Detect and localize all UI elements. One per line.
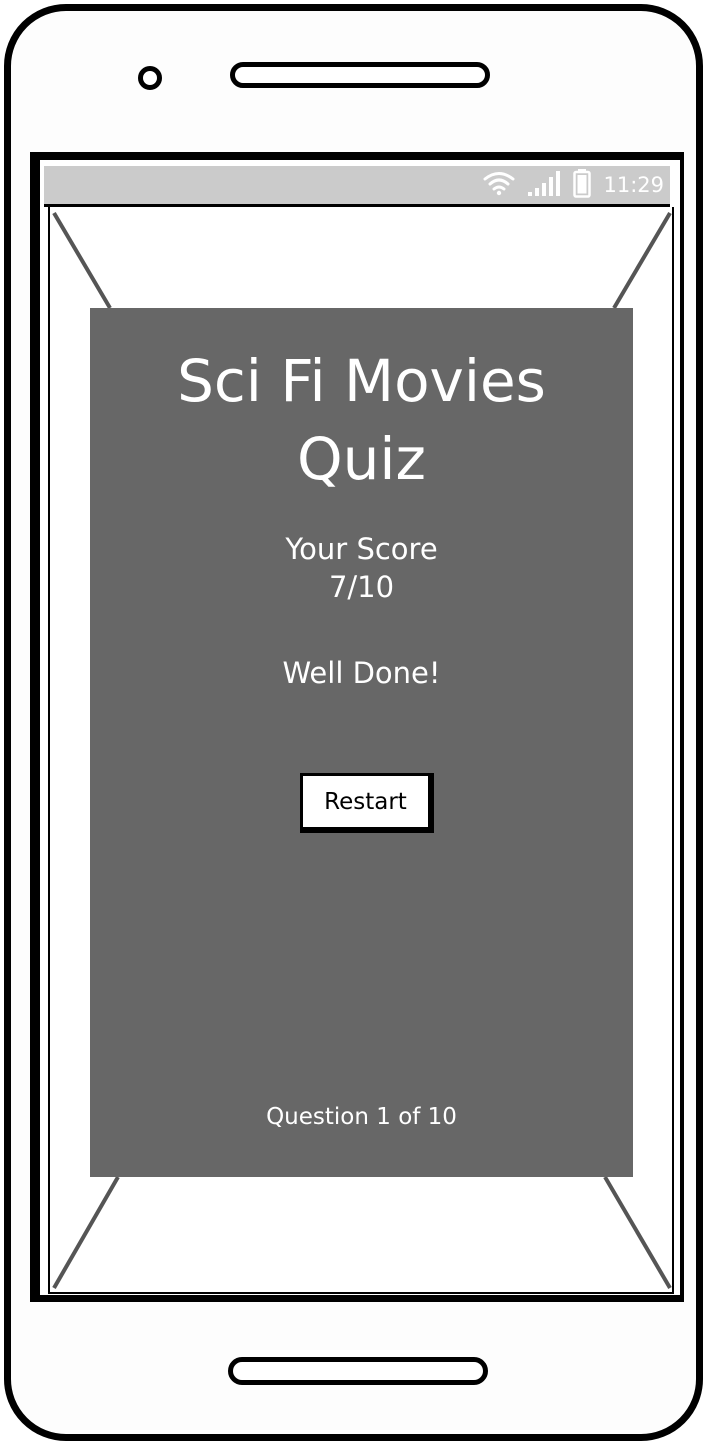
score-label: Your Score: [285, 532, 438, 566]
camera-icon: [138, 66, 162, 90]
status-icons: 11:29: [483, 168, 664, 202]
feedback-message: Well Done!: [282, 656, 441, 690]
quiz-title: Sci Fi Movies Quiz: [177, 347, 546, 493]
restart-button[interactable]: Restart: [300, 773, 434, 833]
question-progress: Question 1 of 10: [266, 1104, 457, 1130]
battery-icon: [573, 168, 592, 202]
score-value: 7/10: [328, 570, 395, 604]
signal-icon: [527, 169, 561, 201]
status-time: 11:29: [603, 173, 664, 197]
quiz-results-dialog: Sci Fi Movies Quiz Your Score 7/10 Well …: [90, 308, 633, 1177]
wifi-icon: [483, 170, 515, 200]
status-bar: 11:29: [44, 166, 670, 207]
home-button[interactable]: [228, 1357, 488, 1385]
speaker-grille: [230, 62, 490, 88]
